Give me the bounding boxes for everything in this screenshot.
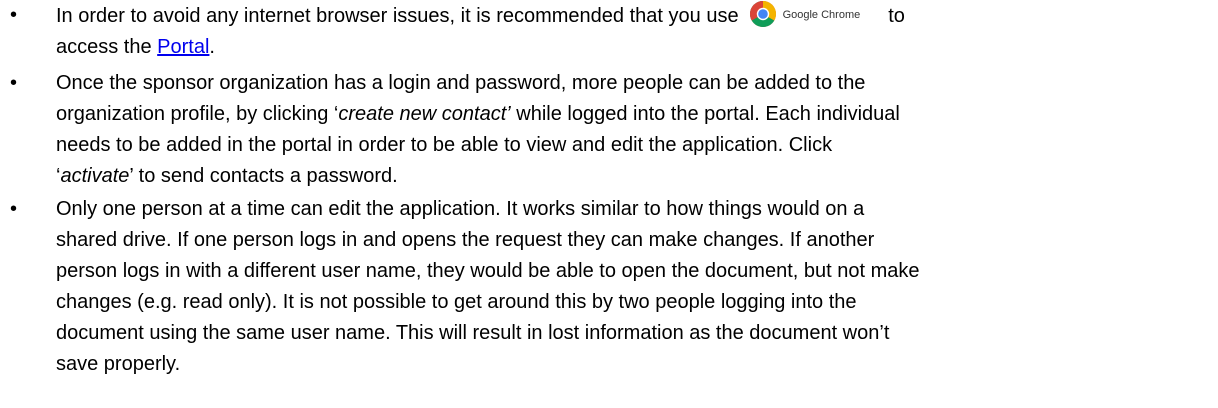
text-line: needs to be added in the portal in order… — [56, 134, 833, 156]
line-suffix: ’ to send contacts a password. — [129, 165, 398, 187]
bullet-marker: • — [10, 4, 18, 26]
portal-link[interactable]: Portal — [157, 36, 209, 58]
text-line: In order to avoid any internet browser i… — [56, 0, 1176, 32]
list-item-text: Once the sponsor organization has a logi… — [56, 68, 1176, 192]
browser-name: Google Chrome — [782, 9, 861, 21]
text-line: shared drive. If one person logs in and … — [56, 229, 875, 251]
bullet-marker: • — [10, 198, 18, 220]
text-line: ‘activate’ to send contacts a password. — [56, 161, 1176, 192]
activate-phrase: activate — [60, 165, 130, 187]
google-chrome-icon — [749, 0, 776, 27]
line-prefix: access the — [56, 36, 158, 58]
document-page: • In order to avoid any internet browser… — [0, 0, 1218, 408]
text-line: person logs in with a different user nam… — [56, 260, 920, 282]
text-line: document using the same user name. This … — [56, 322, 890, 344]
bullet-marker: • — [10, 72, 18, 94]
text-line: changes (e.g. read only). It is not poss… — [56, 291, 857, 313]
line-prefix: In order to avoid any internet browser i… — [56, 5, 739, 27]
line-suffix: to — [888, 5, 905, 27]
list-item-text: Only one person at a time can edit the a… — [56, 194, 1176, 380]
line-suffix: . — [209, 36, 215, 58]
text-line: Once the sponsor organization has a logi… — [56, 72, 866, 94]
line-suffix: while logged into the portal. Each indiv… — [510, 103, 900, 125]
text-line: access the Portal. — [56, 32, 1176, 63]
text-line: organization profile, by clicking ‘creat… — [56, 99, 1176, 130]
list-item-text: In order to avoid any internet browser i… — [56, 0, 1176, 63]
text-line: save properly. — [56, 353, 181, 375]
create-contact-phrase: create new contact’ — [338, 103, 511, 125]
line-prefix: organization profile, by clicking ‘ — [56, 103, 339, 125]
text-line: Only one person at a time can edit the a… — [56, 198, 865, 220]
